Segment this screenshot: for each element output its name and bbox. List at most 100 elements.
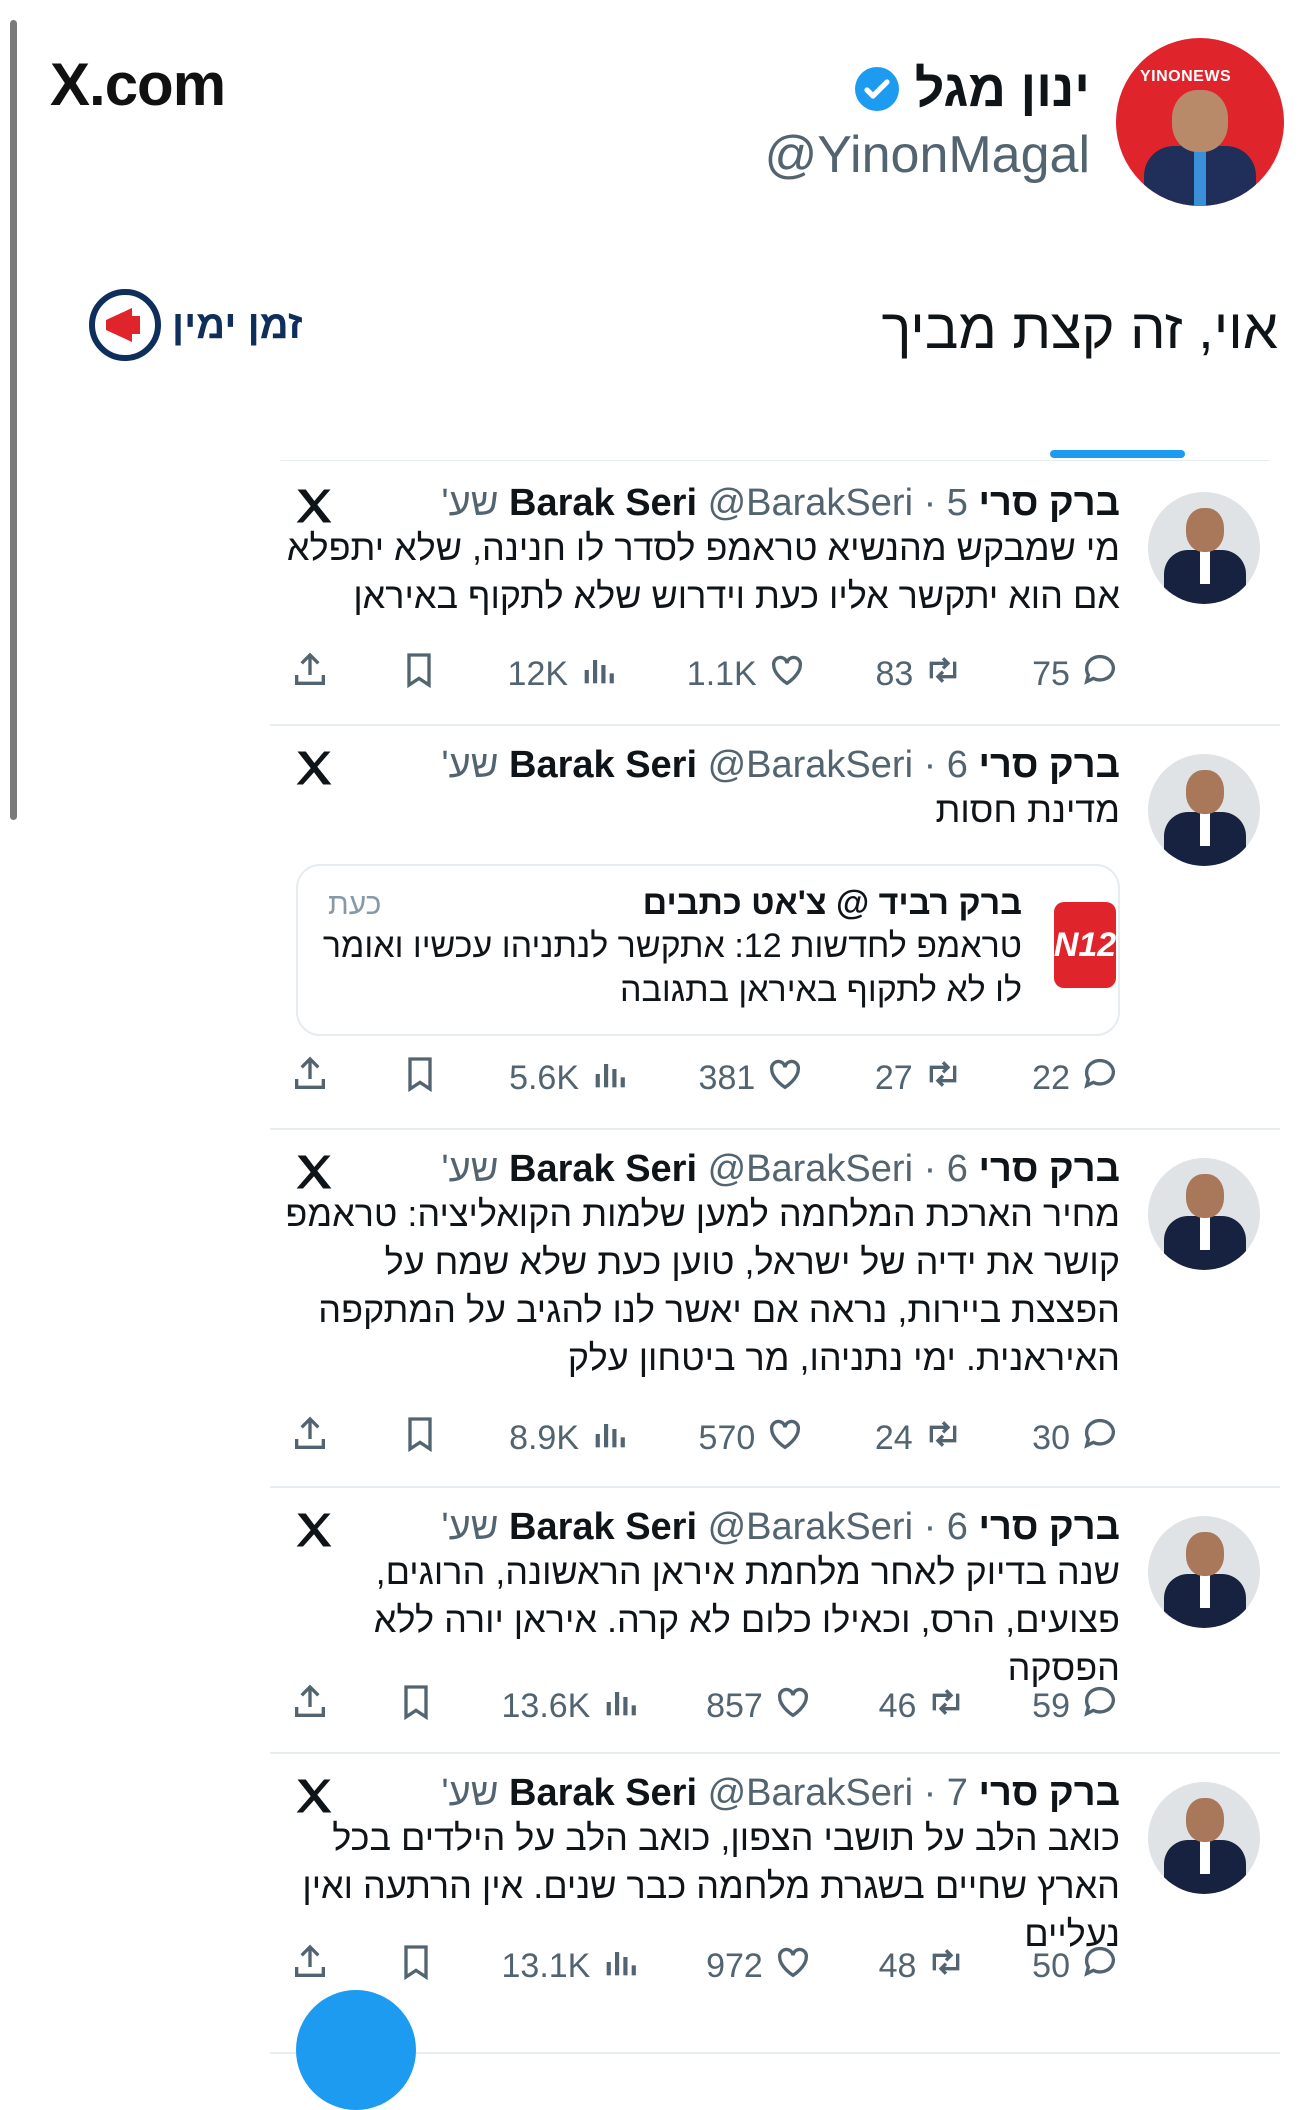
tweet-header: ברק סרי Barak Seri @BarakSeri · 6 שע' (441, 1506, 1120, 1549)
like-count: 381 (698, 1059, 756, 1097)
repost-button[interactable]: 46 (879, 1682, 967, 1731)
repost-icon (923, 650, 963, 699)
bookmark-button[interactable] (399, 650, 439, 699)
tweet-avatar[interactable] (1148, 492, 1260, 604)
reply-button[interactable]: 50 (1032, 1942, 1120, 1991)
share-icon (290, 1414, 330, 1463)
author-handle[interactable]: @YinonMagal (765, 125, 1090, 185)
bookmark-button[interactable] (400, 1414, 440, 1463)
reply-icon (1080, 1054, 1120, 1103)
compose-button[interactable] (296, 1990, 416, 2110)
heart-icon (773, 1942, 813, 1991)
tweet-avatar[interactable] (1148, 754, 1260, 866)
views-count: 8.9K (509, 1419, 580, 1457)
reply-count: 75 (1032, 655, 1070, 693)
views-button[interactable]: 12K (508, 650, 619, 699)
bookmark-icon (399, 650, 439, 699)
post-text: אוי, זה קצת מביך (881, 297, 1278, 360)
views-button[interactable]: 8.9K (509, 1414, 629, 1463)
reply-count: 30 (1032, 1419, 1070, 1457)
share-button[interactable] (290, 1414, 330, 1463)
tweet-avatar[interactable] (1148, 1782, 1260, 1894)
views-icon (600, 1682, 640, 1731)
x-logo-icon (292, 484, 336, 528)
repost-button[interactable]: 83 (876, 650, 964, 699)
views-icon (589, 1414, 629, 1463)
reply-button[interactable]: 22 (1032, 1054, 1120, 1103)
tweet-actions: 5.6K 381 27 22 (290, 1054, 1120, 1103)
quoted-tweet[interactable]: N12 ברק רביד @ צ'אט כתבים כעת טראמפ לחדש… (296, 864, 1120, 1036)
quote-author-name: ברק רביד @ צ'אט כתבים (642, 884, 1022, 922)
tweet-text: מדינת חסות (935, 789, 1120, 830)
bookmark-icon (396, 1682, 436, 1731)
repost-icon (923, 1414, 963, 1463)
views-button[interactable]: 5.6K (509, 1054, 629, 1103)
reply-button[interactable]: 59 (1032, 1682, 1120, 1731)
author-name[interactable]: ינון מגל (915, 59, 1090, 119)
x-logo-icon (292, 1774, 336, 1818)
tweet-actions: 8.9K 570 24 30 (290, 1414, 1120, 1463)
tweet-avatar[interactable] (1148, 1516, 1260, 1628)
share-icon (290, 1054, 330, 1103)
tweet[interactable]: ברק סרי Barak Seri @BarakSeri · 6 שע' שנ… (270, 1486, 1280, 1754)
tweet-avatar[interactable] (1148, 1158, 1260, 1270)
bookmark-button[interactable] (396, 1682, 436, 1731)
repost-count: 48 (878, 1947, 917, 1985)
repost-icon (926, 1942, 966, 1991)
repost-button[interactable]: 27 (875, 1054, 963, 1103)
scrollbar[interactable] (10, 20, 17, 820)
repost-icon (923, 1054, 963, 1103)
megaphone-icon (89, 289, 161, 361)
heart-icon (765, 1414, 805, 1463)
tweet[interactable]: ברק סרי Barak Seri @BarakSeri · 6 שע' מח… (270, 1128, 1280, 1488)
tweet[interactable]: ברק סרי Barak Seri @BarakSeri · 6 שע' מד… (270, 724, 1280, 1130)
author-avatar[interactable]: YINONEWS (1116, 38, 1284, 206)
like-button[interactable]: 1.1K (687, 650, 807, 699)
watermark-logo: זמן ימין (88, 288, 303, 362)
views-count: 13.1K (501, 1947, 591, 1985)
tweet-header: ברק סרי Barak Seri @BarakSeri · 6 שע' (441, 1148, 1120, 1191)
views-icon (578, 650, 618, 699)
heart-icon (773, 1682, 813, 1731)
share-button[interactable] (290, 1054, 330, 1103)
reply-button[interactable]: 30 (1032, 1414, 1120, 1463)
tweet-text: מי שמבקש מהנשיא טראמפ לסדר לו חנינה, שלא… (286, 527, 1120, 616)
tab-indicator (1050, 450, 1185, 458)
bookmark-button[interactable] (400, 1054, 440, 1103)
share-button[interactable] (290, 1942, 330, 1991)
avatar-logo-text: YINONEWS (1140, 68, 1232, 85)
share-button[interactable] (290, 1682, 330, 1731)
like-button[interactable]: 857 (706, 1682, 813, 1731)
like-button[interactable]: 972 (706, 1942, 813, 1991)
repost-icon (926, 1682, 966, 1731)
repost-count: 27 (874, 1059, 913, 1097)
bookmark-icon (396, 1942, 436, 1991)
repost-button[interactable]: 24 (875, 1414, 963, 1463)
views-button[interactable]: 13.6K (502, 1682, 641, 1731)
bookmark-button[interactable] (396, 1942, 436, 1991)
tweet-actions: 13.1K 972 48 50 (290, 1942, 1120, 1991)
x-logo-icon (292, 1150, 336, 1194)
like-count: 972 (706, 1947, 763, 1985)
reply-button[interactable]: 75 (1032, 650, 1120, 699)
reply-icon (1080, 650, 1120, 699)
x-logo-icon (292, 1508, 336, 1552)
quote-avatar-logo: N12 (1054, 902, 1116, 988)
tweet-header: ברק סרי Barak Seri @BarakSeri · 7 שע' (441, 1772, 1120, 1815)
tweet[interactable]: ברק סרי Barak Seri @BarakSeri · 5 שע' מי… (270, 462, 1280, 726)
tweet[interactable]: ברק סרי Barak Seri @BarakSeri · 7 שע' כו… (270, 1752, 1280, 2054)
like-button[interactable]: 570 (699, 1414, 806, 1463)
bookmark-icon (400, 1414, 440, 1463)
views-count: 5.6K (509, 1059, 580, 1097)
views-count: 13.6K (501, 1687, 591, 1725)
heart-icon (765, 1054, 805, 1103)
site-label: X.com (50, 51, 226, 118)
share-button[interactable] (290, 650, 330, 699)
like-button[interactable]: 381 (699, 1054, 806, 1103)
post-author: ינון מגל @YinonMagal YINONEWS (765, 38, 1284, 206)
share-icon (290, 650, 330, 699)
reply-icon (1080, 1682, 1120, 1731)
repost-button[interactable]: 48 (879, 1942, 967, 1991)
views-button[interactable]: 13.1K (502, 1942, 641, 1991)
tweet-actions: 12K 1.1K 83 75 (290, 650, 1120, 699)
